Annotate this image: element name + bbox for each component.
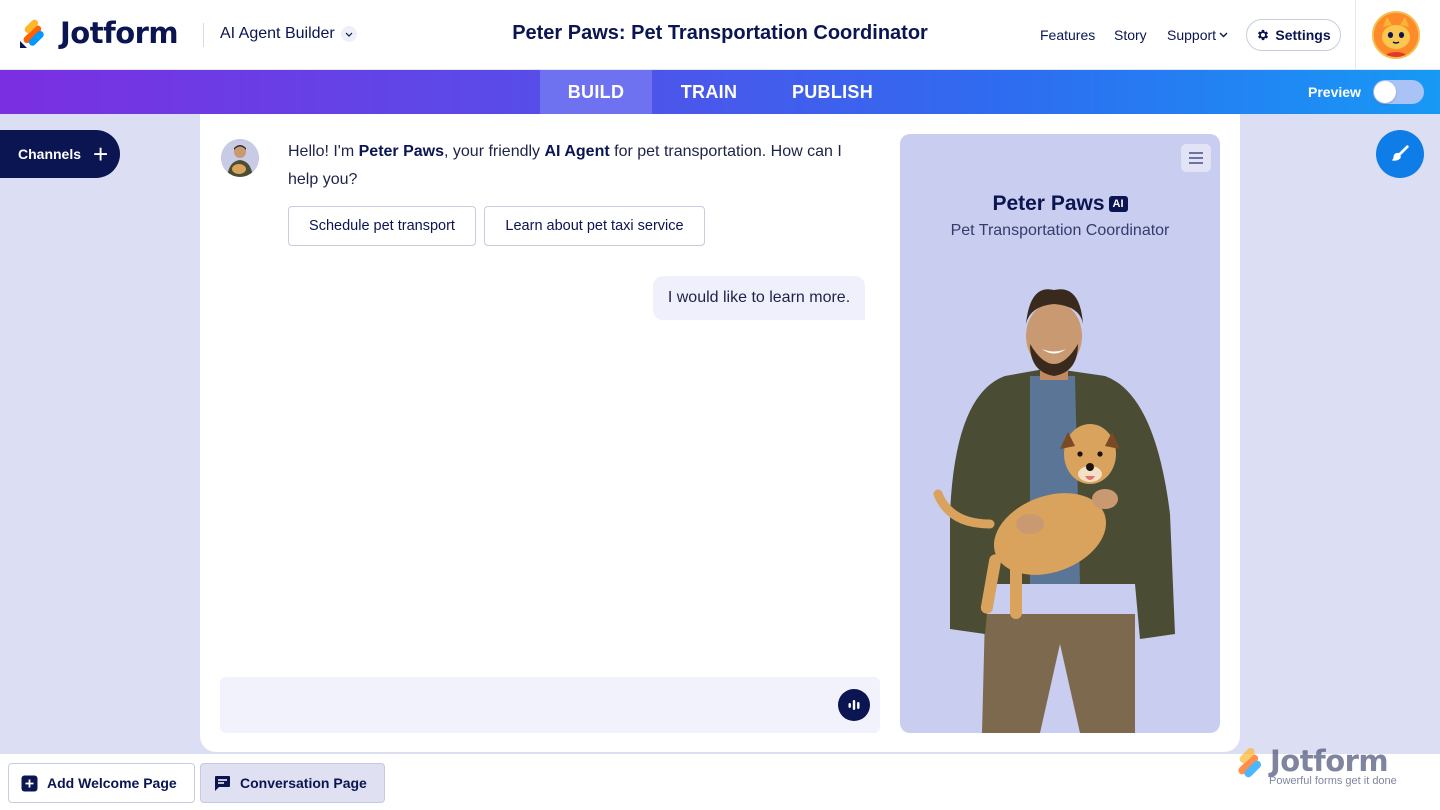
avatar-divider: [1355, 0, 1356, 70]
agent-name-text: Peter Paws: [992, 192, 1105, 215]
message-composer: [220, 677, 880, 733]
quick-reply-label: Learn about pet taxi service: [505, 218, 684, 234]
bottom-bar: Add Welcome Page Conversation Page Jotfo…: [0, 744, 1440, 810]
add-welcome-page-button[interactable]: Add Welcome Page: [8, 763, 195, 803]
user-message-text: I would like to learn more.: [667, 289, 851, 306]
jotform-logo[interactable]: Jotform: [18, 16, 179, 50]
channels-button[interactable]: Channels +: [0, 130, 120, 178]
nav-story[interactable]: Story: [1114, 27, 1147, 43]
conversation-page-button[interactable]: Conversation Page: [200, 763, 385, 803]
agent-avatar-image: [221, 139, 259, 177]
user-message: I would like to learn more.: [653, 276, 865, 320]
tab-build[interactable]: BUILD: [540, 70, 652, 114]
agent-profile-panel: Peter Paws AI Pet Transportation Coordina…: [900, 134, 1220, 733]
toggle-knob: [1374, 81, 1396, 103]
customize-button[interactable]: [1376, 130, 1424, 178]
menu-icon: [1189, 162, 1203, 164]
ai-badge: AI: [1108, 196, 1128, 212]
chat-card: Hello! I'm Peter Paws, your friendly AI …: [200, 114, 1240, 752]
bot-message: Hello! I'm Peter Paws, your friendly AI …: [288, 138, 868, 194]
jotform-logo-icon: [1238, 748, 1262, 778]
mode-bar: BUILD TRAIN PUBLISH Preview: [0, 70, 1440, 114]
nav-support[interactable]: Support: [1167, 27, 1228, 43]
logo-text: Jotform: [60, 16, 179, 50]
chat-bubble-icon: [215, 775, 230, 791]
cat-avatar-icon: [1374, 13, 1418, 57]
menu-icon: [1189, 157, 1203, 159]
agent-role: Pet Transportation Coordinator: [950, 222, 1170, 239]
page-title[interactable]: Peter Paws: Pet Transportation Coordinat…: [512, 22, 928, 44]
tab-train-label: TRAIN: [680, 81, 738, 102]
bot-message-text: , your friendly: [444, 143, 545, 160]
quick-reply-schedule[interactable]: Schedule pet transport: [288, 206, 476, 246]
nav-features[interactable]: Features: [1040, 27, 1095, 43]
plus-icon: +: [93, 139, 109, 169]
conversation-page-label: Conversation Page: [240, 775, 367, 791]
panel-menu-button[interactable]: [1181, 144, 1211, 172]
bot-name-text: Peter Paws: [358, 143, 445, 160]
add-square-icon: [21, 775, 38, 791]
tab-publish[interactable]: PUBLISH: [782, 70, 883, 114]
gear-icon: [1258, 29, 1269, 41]
message-input[interactable]: [234, 691, 824, 719]
voice-button[interactable]: [838, 689, 870, 721]
chevron-down-icon: [1219, 32, 1228, 38]
quick-reply-learn[interactable]: Learn about pet taxi service: [484, 206, 705, 246]
preview-label: Preview: [1308, 84, 1361, 100]
paint-brush-icon: [1391, 145, 1409, 161]
jotform-watermark: Jotform Powerful forms get it done: [1232, 744, 1412, 795]
settings-label: Settings: [1275, 27, 1331, 43]
bot-message-text: Hello! I'm: [288, 143, 359, 160]
builder-selector[interactable]: AI Agent Builder: [220, 25, 357, 43]
user-avatar[interactable]: [1372, 11, 1420, 59]
preview-toggle[interactable]: [1373, 80, 1424, 104]
quick-reply-label: Schedule pet transport: [309, 218, 455, 234]
header-divider: [203, 23, 204, 47]
builder-label: AI Agent Builder: [220, 25, 335, 42]
agent-name: Peter Paws AI: [900, 192, 1220, 216]
top-header: Jotform AI Agent Builder Peter Paws: Pet…: [0, 0, 1440, 70]
tab-build-label: BUILD: [567, 81, 625, 102]
add-welcome-page-label: Add Welcome Page: [47, 775, 177, 791]
tab-publish-label: PUBLISH: [791, 81, 874, 102]
watermark-tagline: Powerful forms get it done: [1269, 775, 1397, 787]
jotform-logo-icon: [20, 19, 44, 48]
tab-train[interactable]: TRAIN: [664, 70, 754, 114]
watermark-text: Jotform: [1270, 744, 1389, 778]
menu-icon: [1189, 152, 1203, 154]
bot-role-text: AI Agent: [544, 143, 610, 160]
nav-support-label: Support: [1167, 27, 1217, 43]
agent-photo: [933, 289, 1175, 733]
audio-wave-icon: [848, 700, 860, 710]
bot-avatar: [221, 139, 259, 177]
settings-button[interactable]: Settings: [1246, 19, 1341, 51]
chevron-down-icon: [340, 26, 357, 42]
channels-label: Channels: [18, 146, 82, 162]
